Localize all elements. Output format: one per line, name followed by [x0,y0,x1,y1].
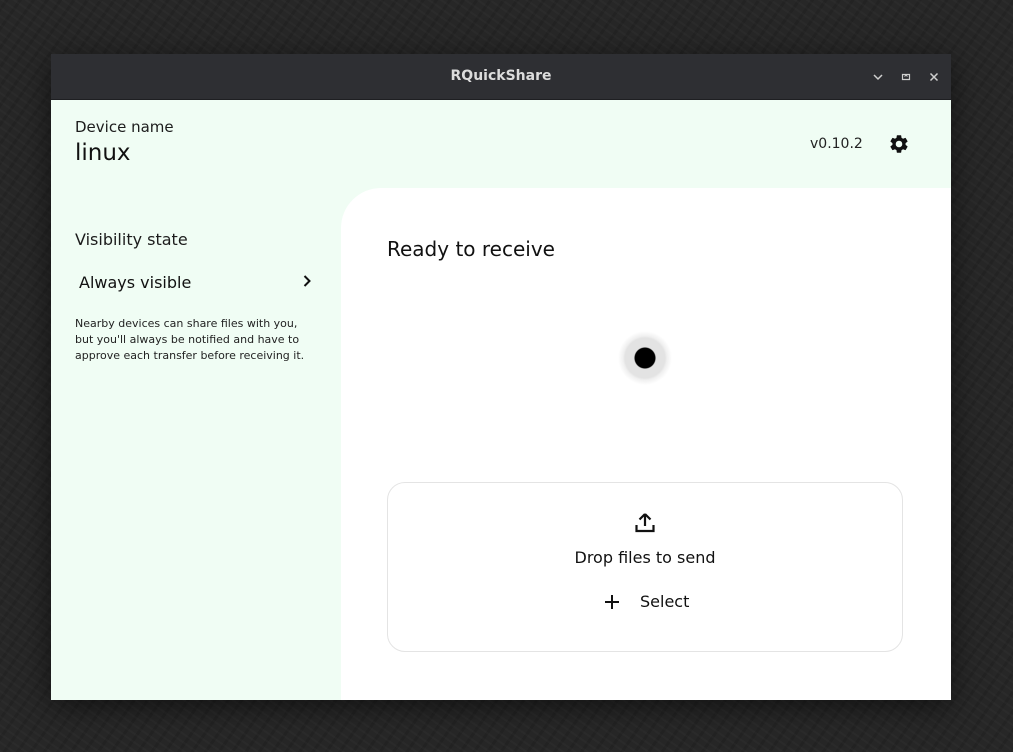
select-label: Select [640,592,690,611]
upload-icon [635,513,655,533]
gear-icon [890,135,908,153]
settings-button[interactable] [886,131,912,157]
version-label: v0.10.2 [810,136,863,152]
drop-files-text: Drop files to send [574,548,716,567]
minimize-button[interactable] [868,67,888,87]
loading-indicator [618,331,672,385]
visibility-description: Nearby devices can share files with you,… [75,317,305,362]
maximize-button[interactable] [896,67,916,87]
status-title: Ready to receive [387,237,555,261]
window-title: RQuickShare [450,68,552,84]
visibility-value: Always visible [79,273,192,292]
app-content: Device name linux v0.10.2 Visibility sta… [51,100,951,700]
visibility-state-title: Visibility state [75,230,188,249]
visibility-selector[interactable]: Always visible [75,266,315,296]
close-button[interactable] [924,67,944,87]
restore-icon [901,73,911,81]
plus-icon [605,595,619,609]
drop-zone[interactable]: Drop files to send Select [387,482,903,652]
chevron-down-icon [873,74,883,81]
chevron-right-icon [303,275,311,287]
title-bar[interactable]: RQuickShare [51,54,951,100]
device-name-label: Device name [75,118,174,136]
app-window: RQuickShare Device name linux v0.10.2 Vi… [51,54,951,700]
close-icon [929,72,939,82]
device-name: linux [75,140,131,166]
main-panel: Ready to receive Drop files to send Sele… [341,188,951,700]
select-files-button[interactable]: Select [596,586,696,618]
